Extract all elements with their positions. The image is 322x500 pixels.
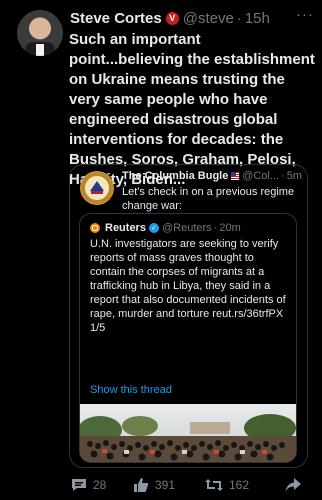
author-handle[interactable]: @steve — [183, 10, 234, 27]
inner-author-name[interactable]: Reuters — [105, 222, 146, 234]
like-count: 391 — [155, 478, 176, 492]
verified-icon: ✓ — [148, 223, 159, 233]
reuters-logo-icon — [90, 223, 100, 233]
quote-time[interactable]: 5m — [287, 170, 302, 182]
share-icon — [285, 478, 301, 492]
inner-quote-header: Reuters ✓ @Reuters · 20m — [90, 222, 290, 234]
reply-button[interactable]: 28 — [71, 476, 106, 494]
tweet-actions: 28 391 162 — [69, 476, 309, 494]
quote-separator: · — [281, 170, 285, 182]
us-flag-icon — [231, 172, 240, 180]
quoted-tweet[interactable]: The Columbia Bugle @Col... · 5m Let's ch… — [69, 164, 308, 468]
author-name[interactable]: Steve Cortes — [70, 10, 162, 27]
inner-quote-text: U.N. investigators are seeking to verify… — [90, 238, 286, 334]
author-badge-icon: V — [165, 11, 179, 25]
inner-time[interactable]: 20m — [219, 222, 240, 234]
share-button[interactable] — [285, 476, 307, 494]
show-thread-link[interactable]: Show this thread — [90, 384, 172, 396]
more-icon[interactable]: ··· — [296, 6, 314, 23]
like-button[interactable]: 391 — [133, 476, 175, 494]
retweet-button[interactable]: 162 — [205, 476, 249, 494]
inner-quoted-tweet[interactable]: Reuters ✓ @Reuters · 20m U.N. investigat… — [79, 213, 297, 463]
columbia-bugle-logo-icon — [81, 172, 113, 204]
reply-icon — [72, 479, 86, 491]
tweet-header: Steve Cortes V @steve · 15h ··· — [70, 6, 314, 28]
crowd-image — [80, 404, 296, 462]
retweet-count: 162 — [229, 478, 250, 492]
quote-author-name[interactable]: The Columbia Bugle — [122, 170, 228, 182]
retweet-icon — [205, 479, 223, 491]
news-photo[interactable] — [80, 404, 296, 462]
avatar-collar — [36, 44, 44, 56]
reply-count: 28 — [93, 478, 107, 492]
header-separator: · — [236, 9, 242, 27]
inner-author-handle[interactable]: @Reuters — [162, 222, 212, 234]
author-avatar[interactable] — [17, 10, 63, 56]
quote-author-handle[interactable]: @Col... — [242, 170, 279, 182]
tweet-time[interactable]: 15h — [245, 10, 270, 27]
quote-header: The Columbia Bugle @Col... · 5m — [122, 170, 302, 182]
quote-text: Let's check in on a previous regime chan… — [122, 186, 295, 212]
quote-author-avatar[interactable] — [80, 171, 114, 205]
like-icon — [134, 478, 149, 492]
inner-separator: · — [213, 222, 218, 234]
